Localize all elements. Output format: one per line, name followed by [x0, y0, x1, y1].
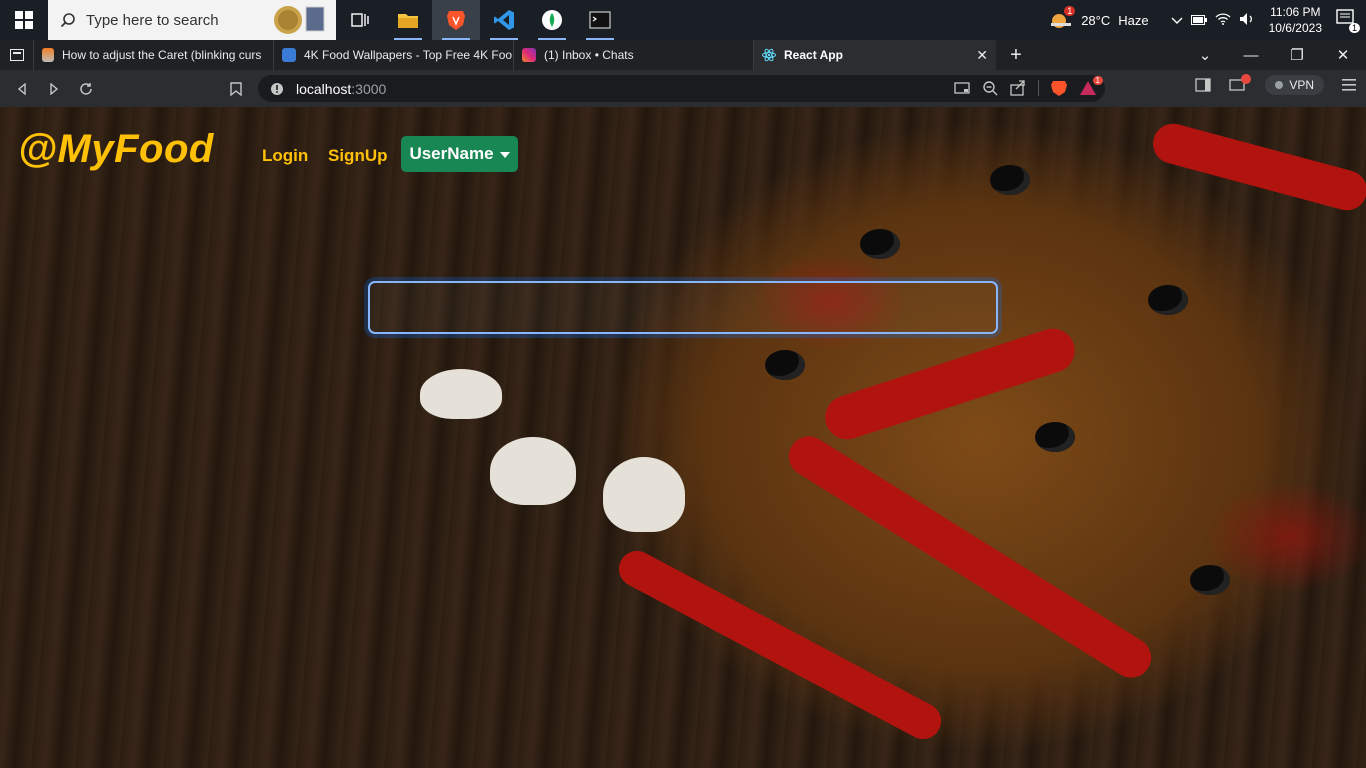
tab-title: React App: [784, 48, 843, 62]
weather-badge: 1: [1064, 6, 1076, 16]
terminal-icon[interactable]: [576, 0, 624, 40]
brave-browser-icon[interactable]: [432, 0, 480, 40]
search-placeholder: Type here to search: [86, 11, 219, 29]
browser-tabstrip: How to adjust the Caret (blinking curs 4…: [0, 40, 1366, 70]
vpn-status-icon: [1275, 81, 1284, 89]
browser-toolbar: localhost:3000 1 VPN: [0, 70, 1366, 107]
wallet-icon[interactable]: [1229, 74, 1252, 92]
forward-button[interactable]: [38, 73, 70, 105]
search-highlight-icon: [272, 3, 328, 37]
tab-title: (1) Inbox • Chats: [544, 48, 634, 62]
cast-icon[interactable]: [954, 81, 970, 95]
battery-icon[interactable]: [1190, 13, 1207, 28]
username-dropdown-button[interactable]: UserName: [401, 136, 518, 172]
brand-logo[interactable]: @MyFood: [18, 127, 214, 172]
back-icon: [17, 82, 26, 95]
chevron-up-icon[interactable]: [1171, 13, 1183, 28]
navbar: @MyFood Login SignUp UserName: [0, 107, 1366, 203]
zoom-icon[interactable]: [982, 80, 998, 96]
task-view-icon[interactable]: [336, 0, 384, 40]
brave-shields-icon[interactable]: [1051, 79, 1067, 97]
windows-logo-icon: [15, 11, 33, 29]
close-window-icon[interactable]: ✕: [1320, 46, 1366, 64]
clock-time: 11:06 PM: [1270, 5, 1321, 19]
search-icon: [60, 13, 75, 28]
caret-down-icon: [499, 152, 510, 158]
bookmark-icon: [230, 81, 242, 96]
wifi-icon[interactable]: [1215, 12, 1231, 28]
brave-rewards-icon[interactable]: 1: [1079, 76, 1103, 96]
tab-react-app[interactable]: React App ✕: [754, 40, 996, 70]
system-tray: 1 28°C Haze 11:06 PM 10/6/2023 1: [1049, 0, 1366, 40]
instagram-icon: [522, 48, 536, 62]
wallpapers-icon: [282, 48, 296, 62]
reload-icon: [80, 82, 92, 95]
site-info-icon[interactable]: [270, 82, 284, 96]
stackoverflow-icon: [42, 48, 54, 62]
volume-icon[interactable]: [1239, 12, 1255, 29]
restore-icon[interactable]: ❐: [1274, 46, 1320, 64]
vscode-icon[interactable]: [480, 0, 528, 40]
weather-condition[interactable]: Haze: [1118, 13, 1148, 28]
url-port: :3000: [351, 80, 387, 97]
tab-title: 4K Food Wallpapers - Top Free 4K Foo: [304, 48, 513, 62]
mongodb-compass-icon[interactable]: [528, 0, 576, 40]
taskbar-search[interactable]: Type here to search: [48, 0, 336, 40]
new-tab-button[interactable]: +: [996, 44, 1036, 67]
clock[interactable]: 11:06 PM 10/6/2023: [1269, 4, 1322, 36]
menu-icon[interactable]: [1342, 79, 1356, 91]
vpn-button[interactable]: VPN: [1265, 75, 1324, 95]
sidebar-icon[interactable]: [1195, 78, 1211, 92]
clock-date: 10/6/2023: [1268, 21, 1322, 35]
login-link[interactable]: Login: [262, 146, 308, 166]
signup-link[interactable]: SignUp: [328, 146, 388, 166]
tab-wallpapers[interactable]: 4K Food Wallpapers - Top Free 4K Foo: [274, 40, 514, 70]
address-bar-actions: 1: [954, 76, 1103, 97]
page-viewport: @MyFood Login SignUp UserName: [0, 107, 1366, 768]
tab-stackoverflow[interactable]: How to adjust the Caret (blinking curs: [34, 40, 274, 70]
search-input[interactable]: [368, 281, 998, 334]
reload-button[interactable]: [70, 73, 102, 105]
notification-count: 1: [1348, 23, 1360, 33]
tab-instagram[interactable]: (1) Inbox • Chats: [514, 40, 754, 70]
weather-temp[interactable]: 28°C: [1081, 13, 1110, 28]
url-host: localhost: [296, 80, 352, 97]
browser-right-tools: VPN: [1195, 74, 1356, 95]
back-button[interactable]: [6, 73, 38, 105]
tab-search-button[interactable]: [0, 40, 34, 70]
window-controls: ⌄ — ❐ ✕: [1182, 40, 1366, 70]
rewards-badge: 1: [1092, 76, 1103, 85]
weather-icon[interactable]: 1: [1049, 6, 1076, 30]
notification-icon[interactable]: 1: [1336, 9, 1360, 33]
file-explorer-icon[interactable]: [384, 0, 432, 40]
username-label: UserName: [409, 144, 494, 163]
address-bar[interactable]: localhost:3000 1: [258, 75, 1105, 102]
windows-taskbar: Type here to search 1 28°C Haze 11:06 PM…: [0, 0, 1366, 40]
background-pizza-image: [0, 107, 1366, 768]
tab-title: How to adjust the Caret (blinking curs: [62, 48, 262, 62]
bookmark-button[interactable]: [220, 73, 252, 105]
react-icon: [762, 48, 776, 62]
forward-icon: [50, 82, 59, 95]
tab-list-chevron-icon[interactable]: ⌄: [1182, 46, 1228, 64]
vpn-label: VPN: [1289, 78, 1314, 92]
tab-search-icon: [9, 49, 24, 61]
start-button[interactable]: [0, 0, 48, 40]
share-icon[interactable]: [1010, 80, 1026, 96]
close-tab-icon[interactable]: ✕: [976, 47, 988, 64]
minimize-icon[interactable]: —: [1228, 47, 1274, 64]
